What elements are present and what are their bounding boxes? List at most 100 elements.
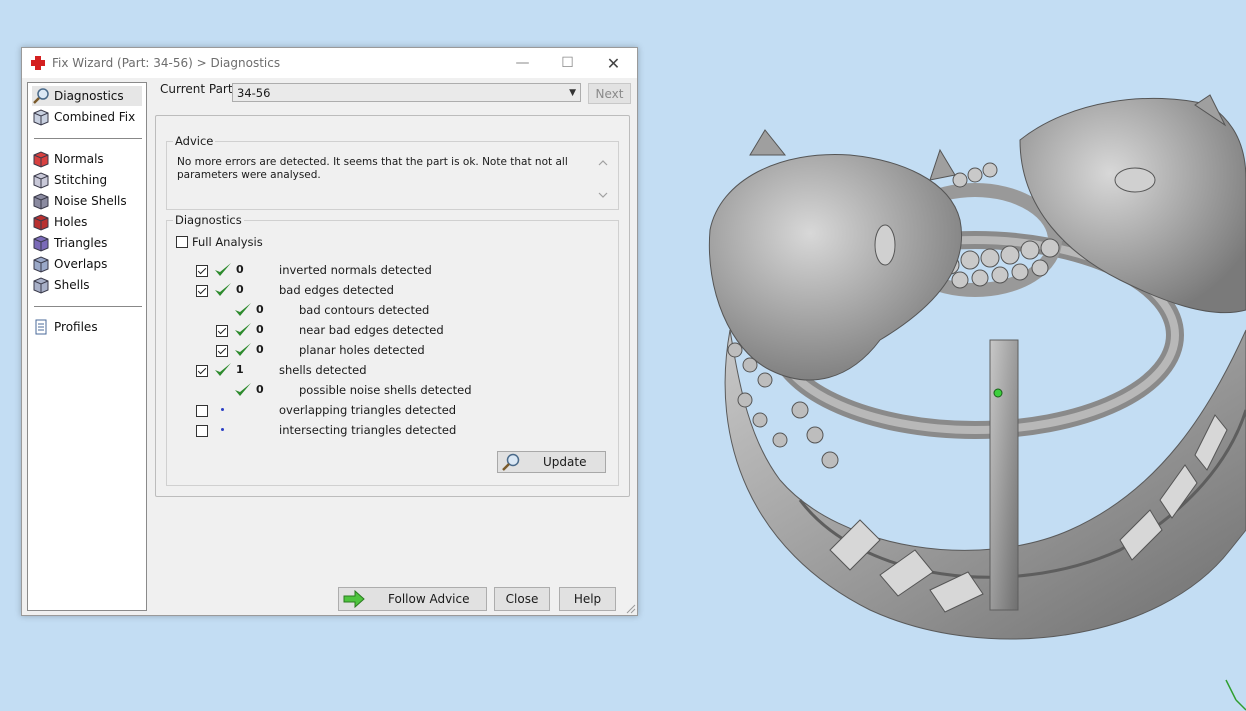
diagnostic-row: 0 possible noise shells detected	[167, 383, 607, 399]
green-check-icon	[234, 341, 252, 359]
sidebar-item-profiles[interactable]: Profiles	[32, 317, 142, 337]
diagnostic-label: possible noise shells detected	[299, 383, 472, 397]
noise-shells-cube-icon	[33, 193, 49, 210]
update-label: Update	[543, 455, 587, 469]
sidebar-item-label: Shells	[54, 278, 90, 292]
sidebar-item-overlaps[interactable]: Overlaps	[32, 254, 142, 274]
diagnostic-count: 0	[256, 343, 264, 356]
red-cross-app-icon	[31, 56, 45, 70]
diagnostic-checkbox[interactable]	[196, 265, 208, 277]
wizard-nav: Diagnostics Combined Fix Normals Stitching N…	[27, 82, 147, 611]
diagnostic-label: shells detected	[279, 363, 367, 377]
diagnostic-checkbox[interactable]	[196, 425, 208, 437]
follow-advice-button[interactable]: Follow Advice	[338, 587, 487, 611]
help-button[interactable]: Help	[559, 587, 616, 611]
current-part-select[interactable]: 34-56 ▼	[232, 83, 581, 102]
title-bar[interactable]: Fix Wizard (Part: 34-56) > Diagnostics —…	[22, 48, 637, 78]
follow-advice-label: Follow Advice	[388, 592, 470, 606]
green-check-icon	[234, 381, 252, 399]
window-title: Fix Wizard (Part: 34-56) > Diagnostics	[52, 56, 281, 70]
diagnostic-count: 0	[236, 263, 244, 276]
holes-cube-icon	[33, 214, 49, 231]
diagnostic-checkbox[interactable]	[196, 285, 208, 297]
resize-grip-icon[interactable]	[626, 604, 636, 614]
diagnostic-checkbox[interactable]	[216, 325, 228, 337]
diagnostic-row: 0 bad edges detected	[167, 283, 607, 299]
nav-divider	[34, 138, 142, 139]
sidebar-item-shells[interactable]: Shells	[32, 275, 142, 295]
minimize-button[interactable]: —	[500, 48, 545, 78]
sidebar-item-label: Noise Shells	[54, 194, 127, 208]
sidebar-item-stitching[interactable]: Stitching	[32, 170, 142, 190]
diagnostic-count: 0	[236, 283, 244, 296]
sidebar-item-combined-fix[interactable]: Combined Fix	[32, 107, 142, 127]
sidebar-item-label: Normals	[54, 152, 104, 166]
diagnostic-count: 1	[236, 363, 244, 376]
sidebar-item-holes[interactable]: Holes	[32, 212, 142, 232]
diagnostic-row: 0 bad contours detected	[167, 303, 607, 319]
advice-scrollbar[interactable]	[596, 156, 610, 202]
sidebar-item-diagnostics[interactable]: Diagnostics	[32, 86, 142, 106]
sidebar-item-label: Overlaps	[54, 257, 108, 271]
diagnostics-title: Diagnostics	[173, 213, 244, 227]
triangles-cube-icon	[33, 235, 49, 252]
pending-dot-icon	[221, 428, 224, 431]
green-check-icon	[214, 281, 232, 299]
green-arrow-icon	[343, 590, 365, 608]
advice-title: Advice	[173, 134, 216, 148]
pending-dot-icon	[221, 408, 224, 411]
stitching-cube-icon	[33, 172, 49, 189]
full-analysis-checkbox[interactable]	[176, 236, 188, 248]
sidebar-item-normals[interactable]: Normals	[32, 149, 142, 169]
sidebar-item-label: Triangles	[54, 236, 108, 250]
diagnostic-row: intersecting triangles detected	[167, 423, 607, 439]
diagnostic-label: inverted normals detected	[279, 263, 432, 277]
magnifier-icon	[502, 453, 520, 471]
diagnostics-group: Diagnostics Full Analysis 0 inverted norm…	[166, 213, 619, 486]
sidebar-item-noise-shells[interactable]: Noise Shells	[32, 191, 142, 211]
full-analysis-label[interactable]: Full Analysis	[192, 235, 263, 249]
shells-cube-icon	[33, 277, 49, 294]
diagnostic-row: 0 planar holes detected	[167, 343, 607, 359]
diagnostic-label: overlapping triangles detected	[279, 403, 457, 417]
close-window-button[interactable]: ✕	[591, 48, 636, 78]
diagnostic-checkbox[interactable]	[196, 405, 208, 417]
next-button[interactable]: Next	[588, 83, 631, 104]
advice-group: Advice No more errors are detected. It s…	[166, 134, 619, 210]
normals-cube-icon	[33, 151, 49, 168]
diagnostic-count: 0	[256, 383, 264, 396]
close-button[interactable]: Close	[494, 587, 550, 611]
overlaps-cube-icon	[33, 256, 49, 273]
green-check-icon	[214, 361, 232, 379]
advice-text: No more errors are detected. It seems th…	[177, 156, 568, 181]
nav-divider	[34, 306, 142, 307]
sidebar-item-triangles[interactable]: Triangles	[32, 233, 142, 253]
diagnostic-row: 0 near bad edges detected	[167, 323, 607, 339]
current-part-value: 34-56	[237, 86, 271, 100]
current-part-label: Current Part:	[160, 82, 237, 96]
diagnostic-checkbox[interactable]	[216, 345, 228, 357]
profiles-document-icon	[35, 319, 47, 335]
sidebar-item-label: Diagnostics	[54, 89, 124, 103]
diagnostic-checkbox[interactable]	[196, 365, 208, 377]
fix-wizard-dialog: Fix Wizard (Part: 34-56) > Diagnostics —…	[21, 47, 638, 616]
diagnostic-label: planar holes detected	[299, 343, 425, 357]
maximize-button[interactable]: ☐	[545, 48, 590, 78]
chevron-down-icon[interactable]: ▼	[569, 84, 576, 103]
sidebar-item-label: Holes	[54, 215, 88, 229]
green-check-icon	[214, 261, 232, 279]
green-check-icon	[234, 301, 252, 319]
ring-3d-model[interactable]	[690, 80, 1246, 660]
diagnostic-count: 0	[256, 303, 264, 316]
diagnostic-label: bad contours detected	[299, 303, 430, 317]
green-check-icon	[234, 321, 252, 339]
diagnostic-count: 0	[256, 323, 264, 336]
combined-fix-icon	[33, 109, 49, 126]
update-button[interactable]: Update	[497, 451, 606, 473]
diagnostic-row: overlapping triangles detected	[167, 403, 607, 419]
diagnostics-panel: Advice No more errors are detected. It s…	[155, 115, 630, 497]
diagnostic-row: 0 inverted normals detected	[167, 263, 607, 279]
diagnostic-label: intersecting triangles detected	[279, 423, 457, 437]
diagnostic-label: bad edges detected	[279, 283, 394, 297]
diagnostic-label: near bad edges detected	[299, 323, 444, 337]
